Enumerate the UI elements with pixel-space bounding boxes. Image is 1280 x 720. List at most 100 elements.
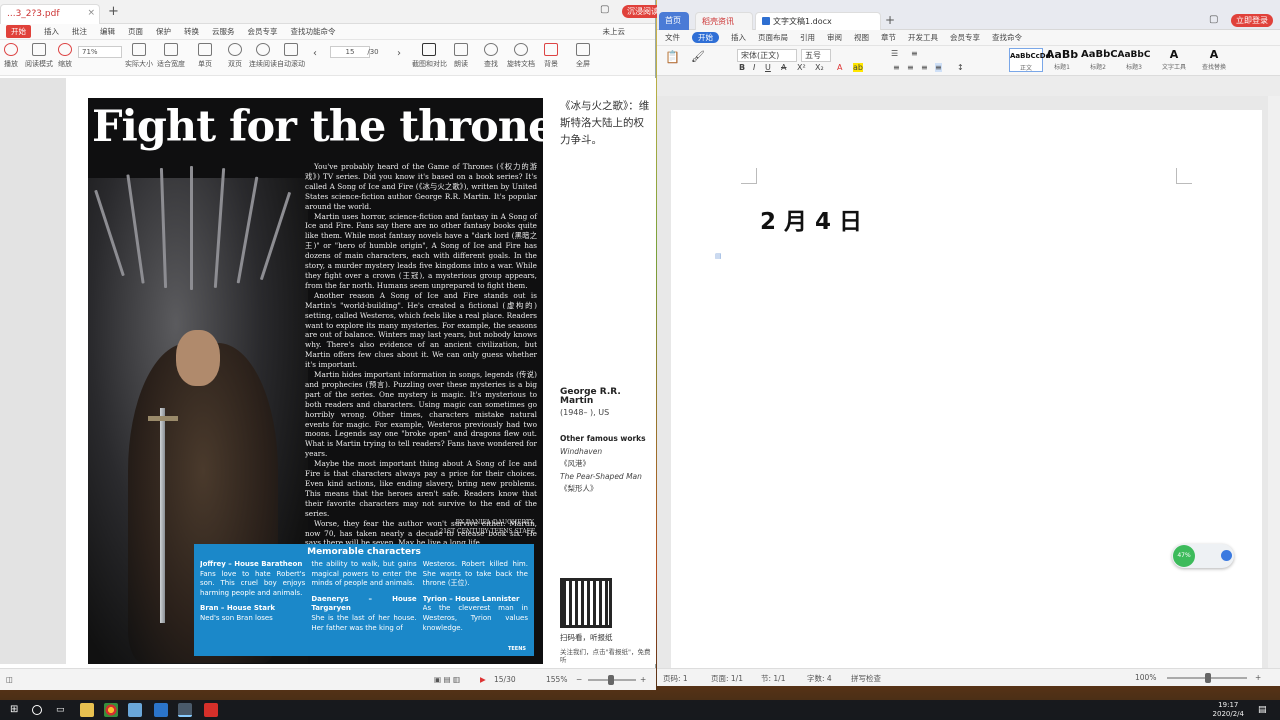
sidebar-toggle-icon[interactable]: ◫	[6, 675, 13, 684]
menu-file[interactable]: 文件	[665, 32, 680, 43]
notifications-icon[interactable]: ▤	[1258, 703, 1272, 717]
prev-page-icon[interactable]: ‹	[306, 48, 324, 59]
style-normal[interactable]: AaBbCcDd 正文	[1009, 48, 1051, 72]
menu-developer[interactable]: 开发工具	[908, 32, 938, 43]
pdf-document-tab[interactable]: ...3_2?3.pdf ×	[0, 4, 100, 24]
floating-assistant[interactable]: 47%	[1172, 544, 1234, 568]
menu-layout[interactable]: 页面布局	[758, 32, 788, 43]
document-text[interactable]: 2 月 4 日	[760, 202, 862, 236]
view-mode-icons[interactable]: ▣ ▤ ▥	[434, 675, 460, 684]
cloud-status[interactable]: 未上云	[603, 26, 626, 37]
bullet-list-icon[interactable]: ☰	[891, 49, 898, 58]
login-button[interactable]: 立即登录	[1231, 14, 1273, 27]
start-icon[interactable]: ⊞	[10, 703, 24, 717]
pdf-viewport[interactable]: Fight for the throne You've probably hea…	[0, 78, 656, 664]
zoom-slider-knob[interactable]	[1205, 673, 1211, 683]
pdf-app-icon[interactable]	[204, 703, 218, 717]
find-button[interactable]: 查找	[474, 43, 508, 69]
menu-search-command[interactable]: 查找命令	[992, 32, 1022, 43]
find-replace-button[interactable]: A 查找替换	[1197, 48, 1231, 72]
document-tab[interactable]: 文字文稿1.docx	[755, 12, 881, 30]
menu-view[interactable]: 视图	[854, 32, 869, 43]
status-spellcheck[interactable]: 拼写检查	[851, 673, 881, 684]
bold-button[interactable]: B	[739, 63, 745, 72]
paste-icon[interactable]: 📋	[665, 50, 680, 64]
zoom-in-icon[interactable]: +	[640, 675, 646, 684]
app-icon[interactable]	[128, 703, 142, 717]
vertical-scrollbar[interactable]	[1268, 96, 1280, 668]
menu-member[interactable]: 会员专享	[248, 26, 278, 37]
style-heading2[interactable]: AaBbC 标题2	[1081, 48, 1118, 72]
docer-tab[interactable]: 稻壳资讯	[695, 12, 753, 30]
task-view-icon[interactable]: ▭	[56, 703, 70, 717]
menu-insert[interactable]: 插入	[44, 26, 59, 37]
align-center-icon[interactable]: ≡	[907, 63, 914, 72]
menu-start[interactable]: 开始	[6, 25, 31, 38]
underline-button[interactable]: U	[765, 63, 771, 72]
zoom-input[interactable]: 71%	[78, 46, 122, 58]
fullscreen-button[interactable]: 全屏	[566, 43, 600, 69]
fit-width-button[interactable]: 适合宽度	[154, 43, 188, 69]
play-slides-icon[interactable]: ▶	[480, 675, 486, 684]
font-size-select[interactable]: 五号	[801, 49, 831, 62]
active-app-icon[interactable]	[178, 703, 192, 717]
zoom-out-icon[interactable]: −	[576, 675, 582, 684]
read-aloud-button[interactable]: 朗读	[444, 43, 478, 69]
highlight-button[interactable]: ab	[853, 63, 863, 72]
restore-icon[interactable]: ▢	[1209, 14, 1218, 25]
document-page[interactable]: 2 月 4 日 ▤	[671, 110, 1262, 670]
single-page-button[interactable]: 单页	[188, 43, 222, 69]
align-left-icon[interactable]: ≡	[893, 63, 900, 72]
search-icon[interactable]	[32, 705, 42, 715]
screenshot-button[interactable]: 截图和对比	[412, 43, 447, 69]
menu-cloud[interactable]: 云服务	[212, 26, 235, 37]
align-right-icon[interactable]: ≡	[921, 63, 928, 72]
strike-button[interactable]: A	[781, 63, 786, 72]
font-name-select[interactable]: 宋体(正文)	[737, 49, 797, 62]
actual-size-button[interactable]: 实际大小	[122, 43, 156, 69]
menu-review[interactable]: 审阅	[827, 32, 842, 43]
menu-comment[interactable]: 批注	[72, 26, 87, 37]
menu-page[interactable]: 页面	[128, 26, 143, 37]
writer-app-icon[interactable]	[154, 703, 168, 717]
superscript-button[interactable]: X²	[797, 63, 806, 72]
italic-button[interactable]: I	[753, 63, 755, 72]
close-tab-icon[interactable]: ×	[87, 8, 95, 18]
zoom-button[interactable]: 缩放	[48, 43, 82, 69]
chrome-icon[interactable]	[104, 703, 118, 717]
subscript-button[interactable]: X₂	[815, 63, 824, 72]
numbered-list-icon[interactable]: ≡	[911, 49, 918, 58]
auto-scroll-button[interactable]: 自动滚动	[274, 43, 308, 69]
home-tab[interactable]: 首页	[659, 12, 689, 30]
menu-edit[interactable]: 编辑	[100, 26, 115, 37]
style-heading3[interactable]: AaBbC 标题3	[1117, 48, 1151, 72]
file-explorer-icon[interactable]	[80, 703, 94, 717]
menu-convert[interactable]: 转换	[184, 26, 199, 37]
line-spacing-icon[interactable]: ↕	[957, 63, 964, 72]
menu-protect[interactable]: 保护	[156, 26, 171, 37]
style-heading1[interactable]: AaBb 标题1	[1045, 48, 1079, 72]
document-area[interactable]: 2 月 4 日 ▤ 47%	[657, 96, 1280, 670]
background-button[interactable]: 背景	[534, 43, 568, 69]
zoom-in-icon[interactable]: +	[1255, 673, 1261, 682]
menu-member[interactable]: 会员专享	[950, 32, 980, 43]
new-tab-icon[interactable]: +	[108, 4, 119, 19]
zoom-slider-knob[interactable]	[608, 675, 614, 685]
new-tab-icon[interactable]: +	[885, 13, 895, 27]
paste-options-icon[interactable]: ▤	[715, 252, 722, 260]
add-icon[interactable]	[1221, 550, 1232, 561]
font-color-button[interactable]: A	[837, 63, 842, 72]
menu-references[interactable]: 引用	[800, 32, 815, 43]
menu-search-command[interactable]: 查找功能命令	[291, 26, 336, 37]
restore-icon[interactable]: ▢	[600, 4, 609, 15]
menu-sections[interactable]: 章节	[881, 32, 896, 43]
menu-insert[interactable]: 插入	[731, 32, 746, 43]
system-clock[interactable]: 19:17 2020/2/4	[1213, 701, 1244, 719]
format-painter-icon[interactable]: 🖌	[691, 50, 705, 63]
text-tools-button[interactable]: A 文字工具	[1157, 48, 1191, 72]
status-words[interactable]: 字数: 4	[807, 673, 832, 684]
next-page-icon[interactable]: ›	[390, 48, 408, 59]
rotate-button[interactable]: 旋转文档	[504, 43, 538, 69]
menu-home[interactable]: 开始	[692, 32, 719, 43]
justify-icon[interactable]: ≡	[935, 63, 942, 72]
